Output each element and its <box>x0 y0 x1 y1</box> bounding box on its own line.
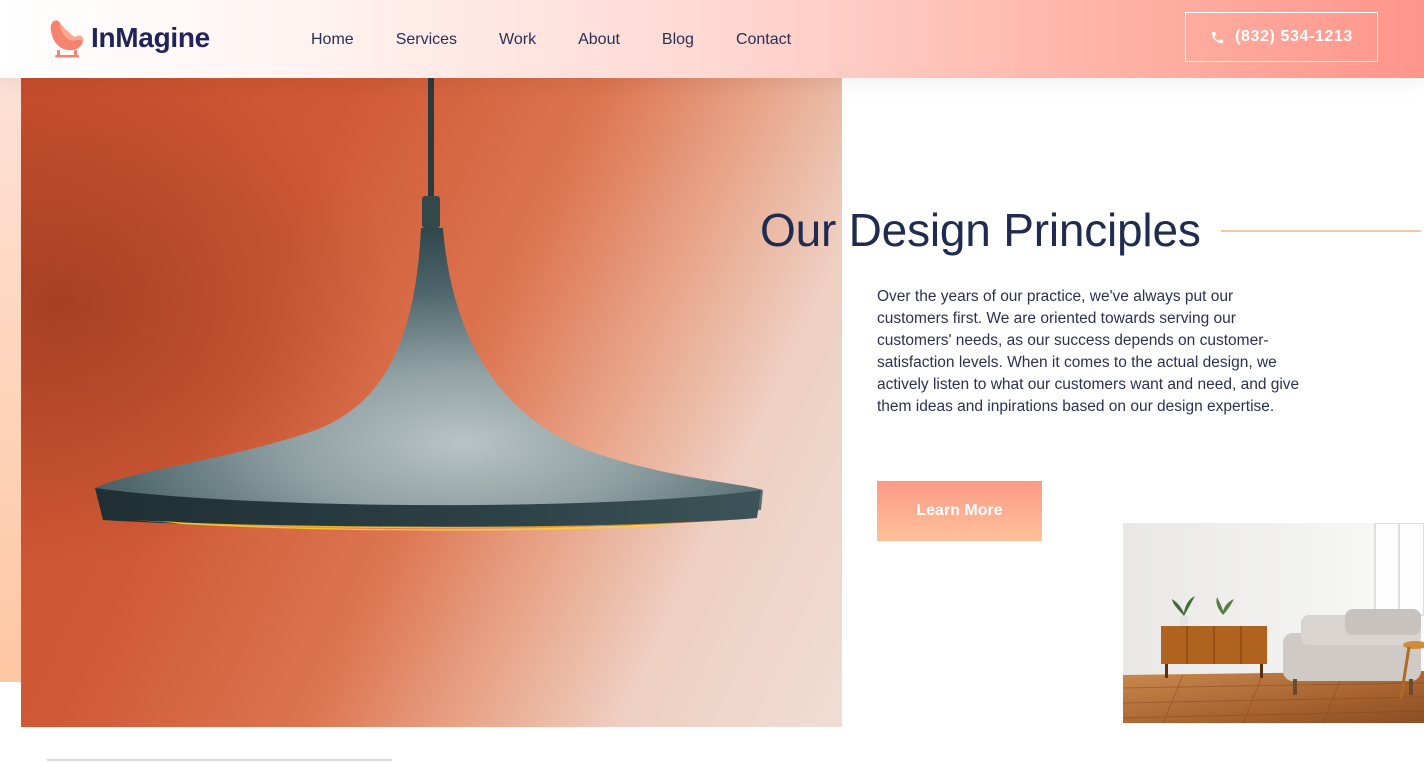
nav-item-services[interactable]: Services <box>396 30 457 50</box>
nav-item-work[interactable]: Work <box>499 30 536 50</box>
armchair-icon <box>50 20 84 58</box>
nav-item-blog[interactable]: Blog <box>662 30 694 50</box>
section-title: Our Design Principles <box>760 204 1201 256</box>
nav-item-about[interactable]: About <box>578 30 620 50</box>
bottom-divider <box>47 759 392 761</box>
site-header: InMagine Home Services Work About Blog C… <box>0 0 1424 78</box>
living-room-image <box>1123 523 1424 723</box>
title-divider <box>1221 230 1421 232</box>
learn-more-button[interactable]: Learn More <box>877 481 1042 541</box>
pendant-lamp-image <box>21 78 842 727</box>
nav-item-contact[interactable]: Contact <box>736 30 791 50</box>
phone-icon <box>1211 31 1224 43</box>
phone-button[interactable]: (832) 534-1213 <box>1185 12 1378 62</box>
nav-item-home[interactable]: Home <box>311 30 354 50</box>
logo[interactable]: InMagine <box>48 17 210 59</box>
section-body: Over the years of our practice, we've al… <box>877 288 1300 415</box>
main-nav: Home Services Work About Blog Contact <box>311 30 833 50</box>
phone-number: (832) 534-1213 <box>1235 28 1353 45</box>
logo-text: InMagine <box>91 22 210 53</box>
left-accent-strip <box>0 78 22 682</box>
room-illustration <box>1123 523 1424 723</box>
lamp-illustration <box>21 78 842 727</box>
